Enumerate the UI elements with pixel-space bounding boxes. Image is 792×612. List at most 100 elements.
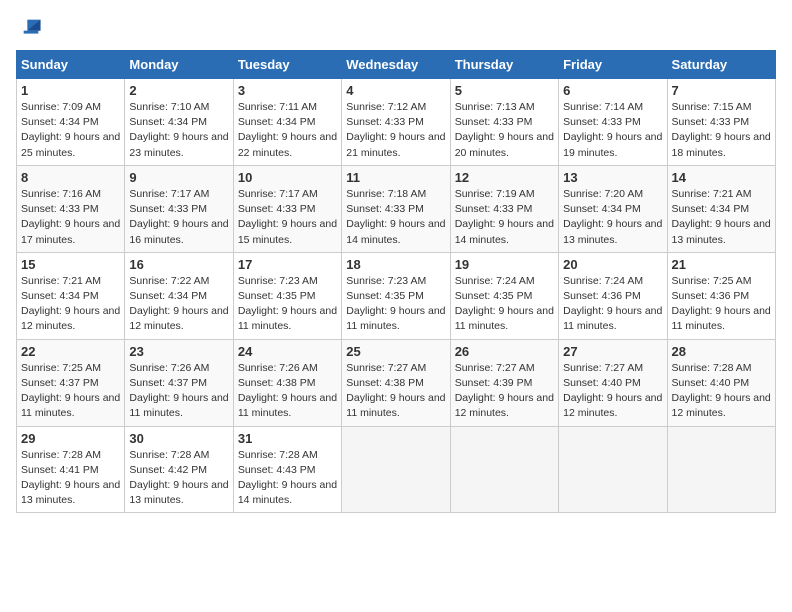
- daylight-label: Daylight: 9 hours and 11 minutes.: [21, 392, 120, 419]
- daylight-label: Daylight: 9 hours and 15 minutes.: [238, 218, 337, 245]
- calendar-cell: 23 Sunrise: 7:26 AM Sunset: 4:37 PM Dayl…: [125, 339, 233, 426]
- calendar-cell: 25 Sunrise: 7:27 AM Sunset: 4:38 PM Dayl…: [342, 339, 450, 426]
- sunset-label: Sunset: 4:33 PM: [455, 116, 533, 128]
- calendar-cell: [559, 426, 667, 513]
- day-info: Sunrise: 7:23 AM Sunset: 4:35 PM Dayligh…: [238, 274, 337, 335]
- day-info: Sunrise: 7:18 AM Sunset: 4:33 PM Dayligh…: [346, 187, 445, 248]
- calendar-cell: 7 Sunrise: 7:15 AM Sunset: 4:33 PM Dayli…: [667, 79, 775, 166]
- daylight-label: Daylight: 9 hours and 13 minutes.: [129, 479, 228, 506]
- daylight-label: Daylight: 9 hours and 11 minutes.: [563, 305, 662, 332]
- calendar-week-4: 22 Sunrise: 7:25 AM Sunset: 4:37 PM Dayl…: [17, 339, 776, 426]
- day-number: 19: [455, 257, 554, 272]
- calendar-cell: [450, 426, 558, 513]
- daylight-label: Daylight: 9 hours and 12 minutes.: [129, 305, 228, 332]
- calendar-cell: 17 Sunrise: 7:23 AM Sunset: 4:35 PM Dayl…: [233, 252, 341, 339]
- sunset-label: Sunset: 4:33 PM: [129, 203, 207, 215]
- sunrise-label: Sunrise: 7:21 AM: [21, 275, 101, 287]
- daylight-label: Daylight: 9 hours and 11 minutes.: [129, 392, 228, 419]
- sunset-label: Sunset: 4:33 PM: [455, 203, 533, 215]
- day-number: 15: [21, 257, 120, 272]
- calendar-cell: 16 Sunrise: 7:22 AM Sunset: 4:34 PM Dayl…: [125, 252, 233, 339]
- day-number: 22: [21, 344, 120, 359]
- sunset-label: Sunset: 4:39 PM: [455, 377, 533, 389]
- day-number: 12: [455, 170, 554, 185]
- day-info: Sunrise: 7:25 AM Sunset: 4:37 PM Dayligh…: [21, 361, 120, 422]
- calendar-cell: 31 Sunrise: 7:28 AM Sunset: 4:43 PM Dayl…: [233, 426, 341, 513]
- sunrise-label: Sunrise: 7:12 AM: [346, 101, 426, 113]
- day-number: 24: [238, 344, 337, 359]
- calendar-header-row: SundayMondayTuesdayWednesdayThursdayFrid…: [17, 51, 776, 79]
- day-number: 2: [129, 83, 228, 98]
- calendar-cell: 19 Sunrise: 7:24 AM Sunset: 4:35 PM Dayl…: [450, 252, 558, 339]
- sunrise-label: Sunrise: 7:27 AM: [346, 362, 426, 374]
- daylight-label: Daylight: 9 hours and 12 minutes.: [563, 392, 662, 419]
- page-header: [16, 16, 776, 38]
- daylight-label: Daylight: 9 hours and 16 minutes.: [129, 218, 228, 245]
- daylight-label: Daylight: 9 hours and 11 minutes.: [346, 305, 445, 332]
- logo-icon: [20, 16, 42, 38]
- calendar-cell: 5 Sunrise: 7:13 AM Sunset: 4:33 PM Dayli…: [450, 79, 558, 166]
- day-info: Sunrise: 7:26 AM Sunset: 4:37 PM Dayligh…: [129, 361, 228, 422]
- day-info: Sunrise: 7:11 AM Sunset: 4:34 PM Dayligh…: [238, 100, 337, 161]
- calendar-cell: 13 Sunrise: 7:20 AM Sunset: 4:34 PM Dayl…: [559, 165, 667, 252]
- day-info: Sunrise: 7:26 AM Sunset: 4:38 PM Dayligh…: [238, 361, 337, 422]
- daylight-label: Daylight: 9 hours and 13 minutes.: [21, 479, 120, 506]
- calendar-cell: 1 Sunrise: 7:09 AM Sunset: 4:34 PM Dayli…: [17, 79, 125, 166]
- sunset-label: Sunset: 4:33 PM: [238, 203, 316, 215]
- calendar-cell: 22 Sunrise: 7:25 AM Sunset: 4:37 PM Dayl…: [17, 339, 125, 426]
- sunset-label: Sunset: 4:42 PM: [129, 464, 207, 476]
- sunset-label: Sunset: 4:36 PM: [563, 290, 641, 302]
- calendar-cell: 4 Sunrise: 7:12 AM Sunset: 4:33 PM Dayli…: [342, 79, 450, 166]
- sunset-label: Sunset: 4:41 PM: [21, 464, 99, 476]
- calendar-cell: 27 Sunrise: 7:27 AM Sunset: 4:40 PM Dayl…: [559, 339, 667, 426]
- sunrise-label: Sunrise: 7:19 AM: [455, 188, 535, 200]
- calendar-cell: 12 Sunrise: 7:19 AM Sunset: 4:33 PM Dayl…: [450, 165, 558, 252]
- sunrise-label: Sunrise: 7:26 AM: [129, 362, 209, 374]
- daylight-label: Daylight: 9 hours and 13 minutes.: [563, 218, 662, 245]
- sunrise-label: Sunrise: 7:09 AM: [21, 101, 101, 113]
- calendar-cell: 8 Sunrise: 7:16 AM Sunset: 4:33 PM Dayli…: [17, 165, 125, 252]
- daylight-label: Daylight: 9 hours and 12 minutes.: [672, 392, 771, 419]
- day-info: Sunrise: 7:28 AM Sunset: 4:41 PM Dayligh…: [21, 448, 120, 509]
- sunset-label: Sunset: 4:34 PM: [21, 116, 99, 128]
- day-number: 10: [238, 170, 337, 185]
- calendar-cell: 10 Sunrise: 7:17 AM Sunset: 4:33 PM Dayl…: [233, 165, 341, 252]
- day-info: Sunrise: 7:13 AM Sunset: 4:33 PM Dayligh…: [455, 100, 554, 161]
- calendar-cell: 11 Sunrise: 7:18 AM Sunset: 4:33 PM Dayl…: [342, 165, 450, 252]
- day-number: 31: [238, 431, 337, 446]
- day-info: Sunrise: 7:27 AM Sunset: 4:38 PM Dayligh…: [346, 361, 445, 422]
- day-info: Sunrise: 7:25 AM Sunset: 4:36 PM Dayligh…: [672, 274, 771, 335]
- daylight-label: Daylight: 9 hours and 18 minutes.: [672, 131, 771, 158]
- sunrise-label: Sunrise: 7:18 AM: [346, 188, 426, 200]
- day-info: Sunrise: 7:28 AM Sunset: 4:43 PM Dayligh…: [238, 448, 337, 509]
- calendar-cell: 30 Sunrise: 7:28 AM Sunset: 4:42 PM Dayl…: [125, 426, 233, 513]
- sunrise-label: Sunrise: 7:22 AM: [129, 275, 209, 287]
- daylight-label: Daylight: 9 hours and 19 minutes.: [563, 131, 662, 158]
- daylight-label: Daylight: 9 hours and 25 minutes.: [21, 131, 120, 158]
- calendar-cell: 29 Sunrise: 7:28 AM Sunset: 4:41 PM Dayl…: [17, 426, 125, 513]
- sunrise-label: Sunrise: 7:28 AM: [672, 362, 752, 374]
- day-number: 25: [346, 344, 445, 359]
- day-info: Sunrise: 7:12 AM Sunset: 4:33 PM Dayligh…: [346, 100, 445, 161]
- col-header-friday: Friday: [559, 51, 667, 79]
- sunrise-label: Sunrise: 7:28 AM: [238, 449, 318, 461]
- sunset-label: Sunset: 4:34 PM: [563, 203, 641, 215]
- sunset-label: Sunset: 4:33 PM: [563, 116, 641, 128]
- day-number: 29: [21, 431, 120, 446]
- day-info: Sunrise: 7:10 AM Sunset: 4:34 PM Dayligh…: [129, 100, 228, 161]
- sunset-label: Sunset: 4:37 PM: [21, 377, 99, 389]
- daylight-label: Daylight: 9 hours and 12 minutes.: [21, 305, 120, 332]
- day-info: Sunrise: 7:15 AM Sunset: 4:33 PM Dayligh…: [672, 100, 771, 161]
- sunset-label: Sunset: 4:33 PM: [672, 116, 750, 128]
- day-info: Sunrise: 7:24 AM Sunset: 4:35 PM Dayligh…: [455, 274, 554, 335]
- day-number: 30: [129, 431, 228, 446]
- sunrise-label: Sunrise: 7:27 AM: [563, 362, 643, 374]
- sunrise-label: Sunrise: 7:11 AM: [238, 101, 317, 113]
- calendar-cell: 6 Sunrise: 7:14 AM Sunset: 4:33 PM Dayli…: [559, 79, 667, 166]
- day-number: 1: [21, 83, 120, 98]
- col-header-sunday: Sunday: [17, 51, 125, 79]
- sunset-label: Sunset: 4:34 PM: [21, 290, 99, 302]
- sunset-label: Sunset: 4:34 PM: [129, 290, 207, 302]
- sunset-label: Sunset: 4:35 PM: [455, 290, 533, 302]
- day-number: 9: [129, 170, 228, 185]
